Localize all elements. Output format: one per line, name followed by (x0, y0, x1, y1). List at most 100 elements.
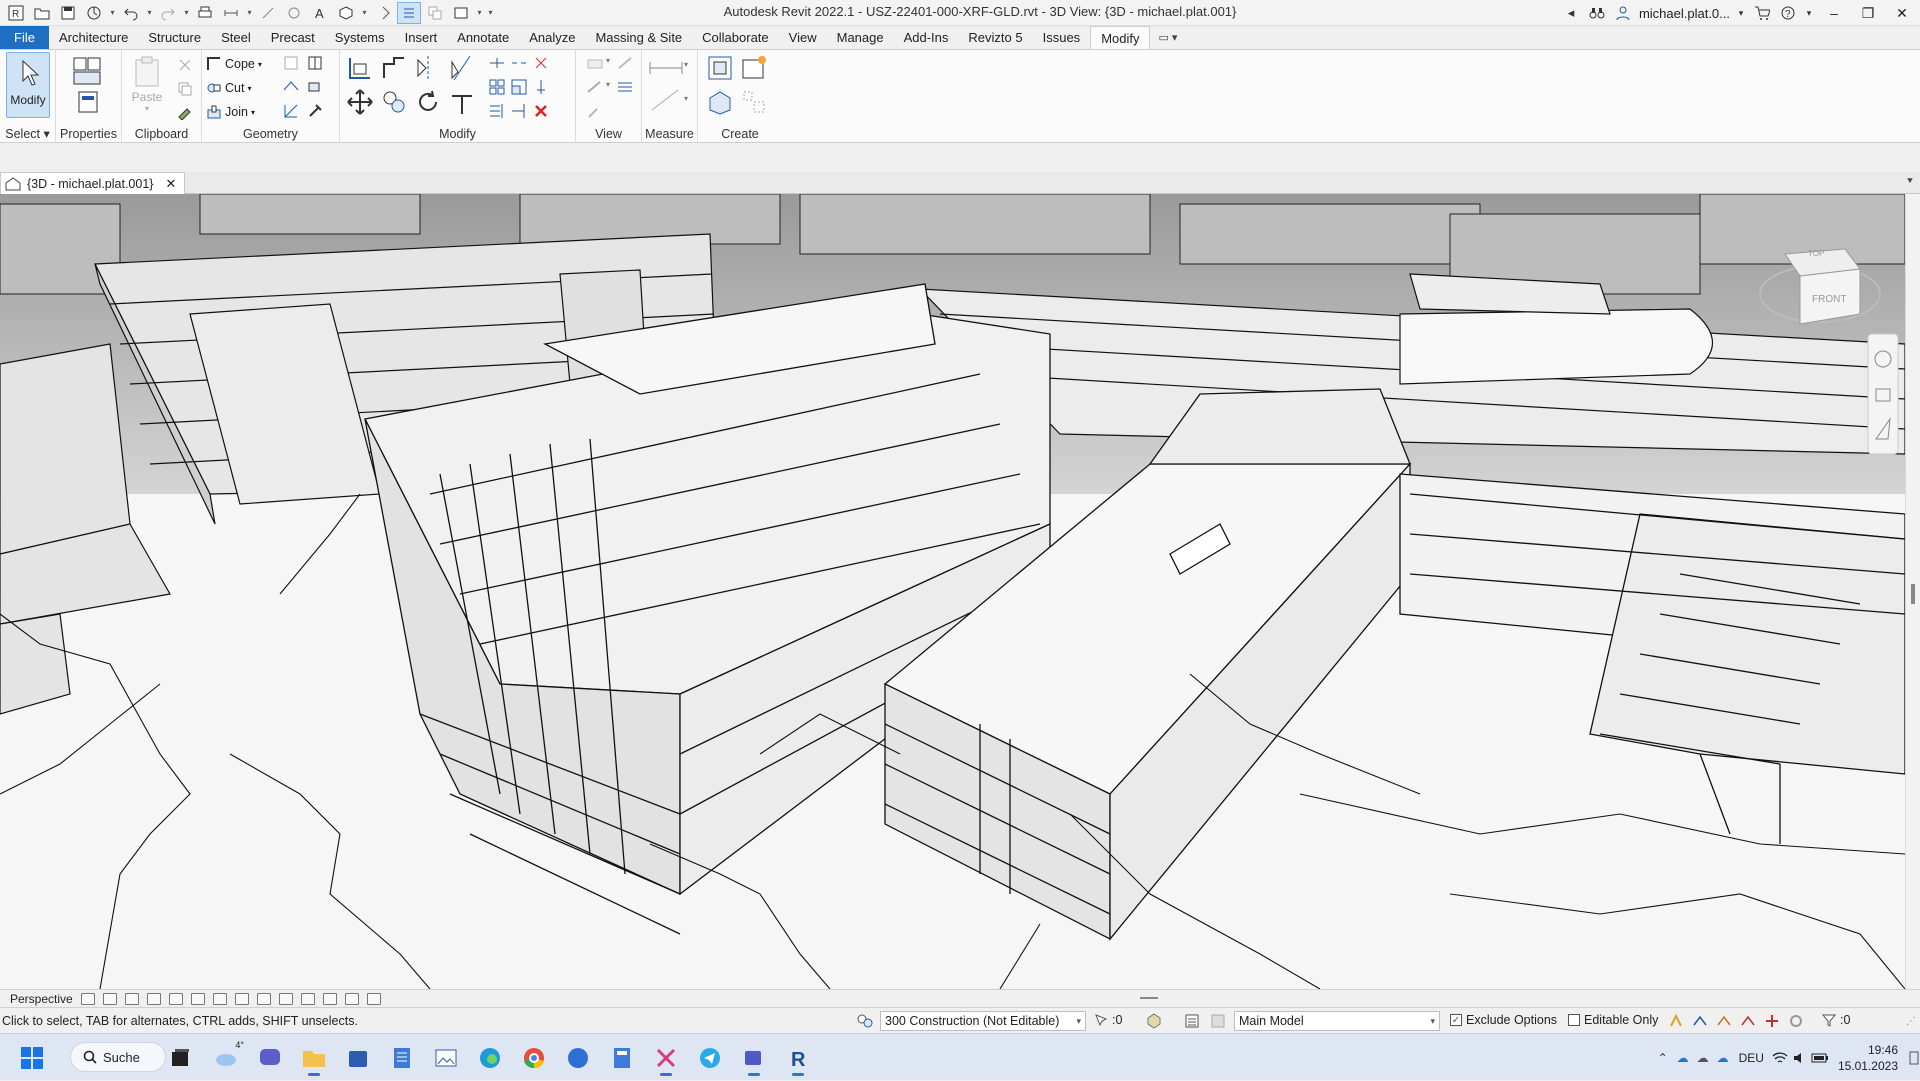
file-explorer-button[interactable] (296, 1040, 332, 1076)
customize-qat-icon[interactable]: ▾ (486, 2, 495, 24)
move-icon[interactable] (346, 88, 374, 116)
aligned-dimension-icon[interactable] (648, 86, 684, 114)
workset-dropdown[interactable]: 300 Construction (Not Editable) ▾ (880, 1011, 1086, 1031)
user-name[interactable]: michael.plat.0... (1639, 6, 1730, 21)
drag-elements-icon[interactable] (1764, 1013, 1780, 1029)
print-icon[interactable] (193, 2, 217, 24)
exclude-options-checkbox[interactable]: ✓ Exclude Options (1450, 1013, 1557, 1027)
select-underlay-icon[interactable] (1692, 1013, 1708, 1029)
override-graphics-icon[interactable] (616, 54, 634, 72)
user-dropdown-icon[interactable]: ▾ (1736, 3, 1746, 23)
create-parts-icon[interactable] (740, 54, 768, 82)
tab-architecture[interactable]: Architecture (49, 26, 138, 49)
show-hidden-icons-icon[interactable]: ⌃ (1653, 1048, 1673, 1068)
tab-issues[interactable]: Issues (1033, 26, 1091, 49)
tab-structure[interactable]: Structure (138, 26, 211, 49)
redo-dropdown-icon[interactable]: ▾ (182, 2, 191, 24)
worksets-icon[interactable] (856, 1013, 874, 1029)
select-panel-label[interactable]: Select ▾ (0, 126, 55, 141)
sun-path-icon[interactable] (124, 992, 139, 1005)
redo-icon[interactable] (156, 2, 180, 24)
worksharing-display-icon[interactable] (300, 992, 315, 1005)
sync-icon[interactable] (82, 2, 106, 24)
split-face-icon[interactable] (306, 54, 324, 72)
tab-massing-site[interactable]: Massing & Site (585, 26, 692, 49)
rendering-icon[interactable] (168, 992, 183, 1005)
chrome-button[interactable] (516, 1040, 552, 1076)
battery-icon[interactable] (1810, 1048, 1830, 1068)
trim-extend-icon[interactable] (448, 88, 476, 116)
tab-precast[interactable]: Precast (261, 26, 325, 49)
reveal-hidden-icon[interactable] (278, 992, 293, 1005)
revit-logo-icon[interactable]: R (4, 2, 28, 24)
volume-icon[interactable] (1790, 1048, 1810, 1068)
help-dropdown-icon[interactable]: ▾ (1804, 3, 1814, 23)
select-by-face-icon[interactable] (1740, 1013, 1756, 1029)
hide-dropdown-icon[interactable]: ▾ (606, 56, 610, 65)
cope-button[interactable]: Cope ▾ (206, 54, 262, 74)
weather-widget[interactable]: 4° (208, 1040, 244, 1076)
3d-view-icon[interactable] (334, 2, 358, 24)
tab-view[interactable]: View (779, 26, 827, 49)
switch-windows-icon[interactable] (449, 2, 473, 24)
editing-requests-icon[interactable] (1184, 1013, 1200, 1029)
detail-level-icon[interactable] (80, 992, 95, 1005)
sync-app-button[interactable] (560, 1040, 596, 1076)
join-button[interactable]: Join ▾ (206, 102, 255, 122)
tab-manage[interactable]: Manage (827, 26, 894, 49)
align-icon[interactable] (346, 54, 374, 82)
collapse-left-icon[interactable]: ◂ (1561, 3, 1581, 23)
start-button[interactable] (14, 1040, 50, 1076)
close-window-button[interactable]: ✕ (1888, 1, 1916, 25)
undo-icon[interactable] (119, 2, 143, 24)
split-element-icon[interactable] (488, 54, 506, 72)
scale-icon[interactable] (510, 78, 528, 96)
tag-icon[interactable] (282, 2, 306, 24)
dimension-icon[interactable] (256, 2, 280, 24)
help-icon[interactable]: ? (1778, 3, 1798, 23)
snipping-tool-button[interactable] (648, 1040, 684, 1076)
analytical-model-icon[interactable] (322, 992, 337, 1005)
measure-between-icon[interactable] (648, 58, 684, 78)
tab-systems[interactable]: Systems (325, 26, 395, 49)
tab-analyze[interactable]: Analyze (519, 26, 585, 49)
calculator-button[interactable] (604, 1040, 640, 1076)
copy-element-icon[interactable] (380, 88, 408, 116)
onedrive-icon[interactable]: ☁ (1673, 1048, 1693, 1068)
viewcube-front-label[interactable]: FRONT (1812, 294, 1846, 305)
modify-button[interactable]: Modify (6, 52, 50, 118)
wifi-icon[interactable] (1770, 1048, 1790, 1068)
reveal-constraints-icon[interactable] (366, 992, 381, 1005)
taskbar-search[interactable]: Suche (70, 1042, 166, 1072)
filter-count[interactable]: :0 (1822, 1013, 1850, 1027)
paste-dropdown-icon[interactable]: ▾ (145, 104, 149, 113)
design-options-icon[interactable] (1146, 1013, 1162, 1029)
view-tab-3d[interactable]: {3D - michael.plat.001} ✕ (0, 172, 186, 194)
properties-button[interactable] (76, 90, 100, 114)
binoculars-icon[interactable] (1587, 3, 1607, 23)
crop-view-icon[interactable] (190, 992, 205, 1005)
select-links-icon[interactable] (1668, 1013, 1684, 1029)
editable-only-box[interactable] (1568, 1014, 1580, 1026)
match-properties-icon[interactable] (176, 102, 194, 120)
mirror-pick-axis-icon[interactable] (414, 54, 442, 82)
open-icon[interactable] (30, 2, 54, 24)
select-pinned-icon[interactable] (1716, 1013, 1732, 1029)
type-properties-button[interactable] (70, 54, 104, 88)
3d-view-canvas[interactable]: TOP FRONT (0, 194, 1905, 989)
onedrive-business-icon[interactable]: ☁ (1713, 1048, 1733, 1068)
editable-only-checkbox[interactable]: Editable Only (1568, 1013, 1658, 1027)
rotate-icon[interactable] (414, 88, 442, 116)
tab-file[interactable]: File (0, 26, 49, 49)
model-layout-icon[interactable] (1210, 1013, 1226, 1029)
3d-view-dropdown-icon[interactable]: ▾ (360, 2, 369, 24)
cut-button[interactable]: Cut ▾ (206, 78, 251, 98)
tab-insert[interactable]: Insert (395, 26, 448, 49)
tab-revizto[interactable]: Revizto 5 (958, 26, 1032, 49)
revit-button[interactable]: R (780, 1040, 816, 1076)
section-icon[interactable] (371, 2, 395, 24)
paint-icon[interactable] (306, 78, 324, 96)
create-group-icon[interactable] (706, 88, 734, 116)
join-roof-icon[interactable] (282, 78, 300, 96)
teams-button[interactable] (736, 1040, 772, 1076)
